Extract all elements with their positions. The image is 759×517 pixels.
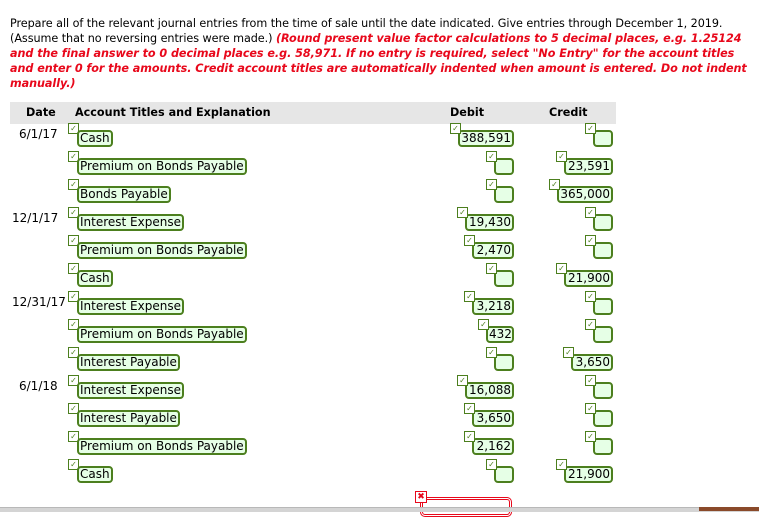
checkmark-icon: ✓	[464, 291, 475, 302]
checkmark-icon: ✓	[486, 459, 497, 470]
journal-table-header: Date Account Titles and Explanation Debi…	[10, 102, 616, 124]
checkmark-icon: ✓	[486, 179, 497, 190]
checkmark-icon: ✓	[549, 179, 560, 190]
account-title-select[interactable]: Interest Payable	[77, 354, 180, 371]
account-title-select[interactable]: Cash	[77, 466, 113, 483]
journal-row: 12/1/17 ✓ Interest Expense 19,430 ✓ ✓	[0, 207, 640, 236]
checkmark-icon: ✓	[585, 375, 596, 386]
checkmark-icon: ✓	[556, 459, 567, 470]
debit-amount-input[interactable]: 19,430	[465, 214, 514, 231]
journal-row: ✓ Bonds Payable ✓ 365,000 ✓	[0, 179, 640, 208]
header-account: Account Titles and Explanation	[75, 106, 271, 119]
checkmark-icon: ✓	[585, 431, 596, 442]
account-title-select[interactable]: Cash	[77, 130, 113, 147]
header-date: Date	[26, 106, 56, 119]
credit-amount-input[interactable]: 21,900	[564, 466, 613, 483]
checkmark-icon: ✓	[585, 291, 596, 302]
credit-amount-input[interactable]	[593, 410, 613, 427]
debit-amount-input[interactable]: 3,218	[472, 298, 514, 315]
account-title-select[interactable]: Interest Payable	[77, 410, 180, 427]
checkmark-icon: ✓	[450, 123, 461, 134]
taskbar-thumbnail	[699, 507, 759, 511]
account-title-select[interactable]: Premium on Bonds Payable	[77, 158, 247, 175]
journal-row: ✓ Premium on Bonds Payable ✓ 23,591 ✓	[0, 151, 640, 180]
credit-amount-input[interactable]: 365,000	[557, 186, 613, 203]
account-title-select[interactable]: Interest Expense	[77, 298, 184, 315]
checkmark-icon: ✓	[464, 431, 475, 442]
credit-amount-input[interactable]: 23,591	[564, 158, 613, 175]
entry-date: 12/1/17	[12, 211, 59, 225]
debit-amount-input[interactable]	[494, 270, 514, 287]
journal-row: ✓ Premium on Bonds Payable 2,162 ✓ ✓	[0, 431, 640, 460]
account-title-select[interactable]: Cash	[77, 270, 113, 287]
credit-amount-input[interactable]	[593, 326, 613, 343]
checkmark-icon: ✓	[563, 347, 574, 358]
debit-amount-input[interactable]: 2,470	[472, 242, 514, 259]
debit-amount-input[interactable]	[494, 158, 514, 175]
checkmark-icon: ✓	[486, 263, 497, 274]
journal-row: ✓ Interest Payable 3,650 ✓ ✓	[0, 403, 640, 432]
debit-amount-input[interactable]	[494, 354, 514, 371]
entry-date: 6/1/18	[19, 379, 58, 393]
debit-amount-input[interactable]: 3,650	[472, 410, 514, 427]
instructions: Prepare all of the relevant journal entr…	[10, 16, 755, 91]
checkmark-icon: ✓	[457, 375, 468, 386]
account-title-select[interactable]: Bonds Payable	[77, 186, 171, 203]
checkmark-icon: ✓	[464, 403, 475, 414]
credit-amount-input[interactable]: 3,650	[571, 354, 613, 371]
account-title-select[interactable]: Interest Expense	[77, 382, 184, 399]
journal-row: 12/31/17 ✓ Interest Expense 3,218 ✓ ✓	[0, 291, 640, 320]
checkmark-icon: ✓	[486, 347, 497, 358]
credit-amount-input[interactable]	[593, 214, 613, 231]
checkmark-icon: ✓	[457, 207, 468, 218]
credit-amount-input[interactable]	[593, 130, 613, 147]
credit-amount-input[interactable]: 21,900	[564, 270, 613, 287]
checkmark-icon: ✓	[585, 207, 596, 218]
checkmark-icon: ✓	[464, 235, 475, 246]
journal-row: ✓ Cash ✓ 21,900 ✓	[0, 459, 640, 488]
checkmark-icon: ✓	[556, 263, 567, 274]
journal-row: ✓ Premium on Bonds Payable 2,470 ✓ ✓	[0, 235, 640, 264]
checkmark-icon: ✓	[486, 151, 497, 162]
account-title-select[interactable]: Premium on Bonds Payable	[77, 242, 247, 259]
debit-amount-input[interactable]: 432	[486, 326, 514, 343]
checkmark-icon: ✓	[585, 319, 596, 330]
checkmark-icon: ✓	[585, 235, 596, 246]
debit-amount-input[interactable]	[494, 186, 514, 203]
incorrect-icon: ✖	[415, 491, 427, 503]
account-title-select[interactable]: Premium on Bonds Payable	[77, 438, 247, 455]
journal-row: ✓ Premium on Bonds Payable 432 ✓ ✓	[0, 319, 640, 348]
entry-date: 6/1/17	[19, 127, 58, 141]
horizontal-scrollbar[interactable]	[0, 507, 759, 512]
debit-amount-input[interactable]: 2,162	[472, 438, 514, 455]
checkmark-icon: ✓	[585, 403, 596, 414]
account-title-select[interactable]: Interest Expense	[77, 214, 184, 231]
checkmark-icon: ✓	[585, 123, 596, 134]
journal-row: ✓ Interest Payable ✓ 3,650 ✓	[0, 347, 640, 376]
debit-amount-input[interactable]: 16,088	[465, 382, 514, 399]
checkmark-icon: ✓	[478, 319, 489, 330]
header-debit: Debit	[450, 106, 485, 119]
credit-amount-input[interactable]	[593, 382, 613, 399]
credit-amount-input[interactable]	[593, 298, 613, 315]
credit-amount-input[interactable]	[593, 242, 613, 259]
journal-row: 6/1/17 ✓ Cash 388,591 ✓ ✓	[0, 123, 640, 152]
debit-amount-input[interactable]: 388,591	[458, 130, 514, 147]
journal-row: ✓ Cash ✓ 21,900 ✓	[0, 263, 640, 292]
journal-row: 6/1/18 ✓ Interest Expense 16,088 ✓ ✓	[0, 375, 640, 404]
checkmark-icon: ✓	[556, 151, 567, 162]
header-credit: Credit	[549, 106, 588, 119]
debit-amount-input[interactable]	[494, 466, 514, 483]
account-title-select[interactable]: Premium on Bonds Payable	[77, 326, 247, 343]
entry-date: 12/31/17	[12, 295, 66, 309]
credit-amount-input[interactable]	[593, 438, 613, 455]
